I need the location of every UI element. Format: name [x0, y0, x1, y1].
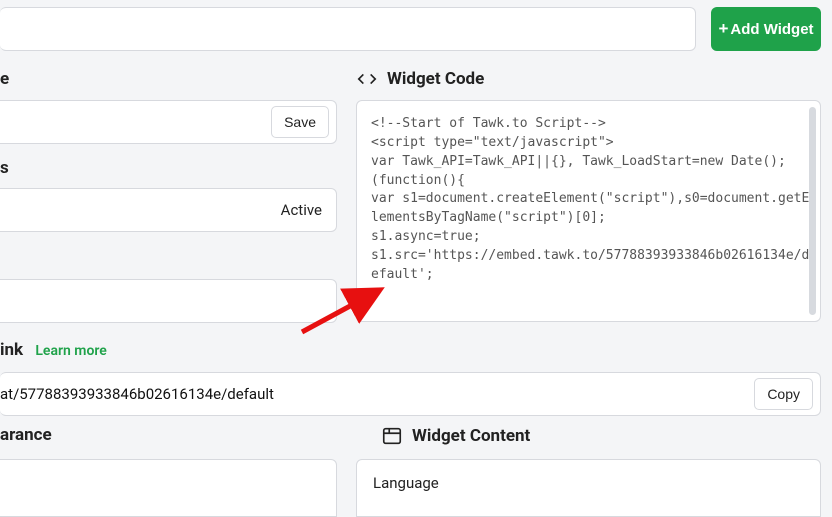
status-value: Active	[281, 201, 322, 219]
widget-appearance-card	[0, 459, 337, 517]
direct-link-card: at/57788393933846b02616134e/default Copy	[0, 372, 821, 416]
section-a-card: Save	[0, 100, 337, 144]
direct-link-heading-fragment: ink	[0, 340, 23, 360]
widget-appearance-heading: arance	[0, 425, 60, 449]
widget-content-heading-label: Widget Content	[412, 426, 530, 446]
copy-button[interactable]: Copy	[754, 378, 813, 410]
plus-icon: +	[718, 19, 728, 39]
add-widget-label: Add Widget	[730, 21, 813, 38]
widget-code-text[interactable]: <!--Start of Tawk.to Script--> <script t…	[371, 115, 810, 285]
section-b-card: Active	[0, 188, 337, 232]
widget-code-heading: Widget Code	[356, 68, 484, 90]
scrollbar[interactable]	[809, 107, 816, 315]
section-b-heading: s	[0, 158, 14, 180]
language-label: Language	[373, 474, 439, 492]
widget-code-card[interactable]: <!--Start of Tawk.to Script--> <script t…	[356, 100, 821, 322]
section-c-card	[0, 279, 337, 323]
direct-link-value[interactable]: at/57788393933846b02616134e/default	[0, 385, 274, 403]
content-icon	[381, 425, 403, 447]
widget-content-heading: Widget Content	[381, 425, 530, 447]
page-root: + Add Widget e Save s Active Widget Code…	[0, 0, 832, 517]
section-a-heading: e	[0, 69, 14, 93]
direct-link-heading: ink Learn more	[0, 340, 337, 364]
learn-more-link[interactable]: Learn more	[35, 343, 106, 359]
widget-content-card: Language	[356, 459, 821, 517]
save-button[interactable]: Save	[271, 106, 329, 138]
widget-code-heading-label: Widget Code	[387, 69, 484, 89]
code-icon	[356, 68, 378, 90]
add-widget-button[interactable]: + Add Widget	[711, 7, 821, 51]
top-input[interactable]	[0, 7, 696, 51]
